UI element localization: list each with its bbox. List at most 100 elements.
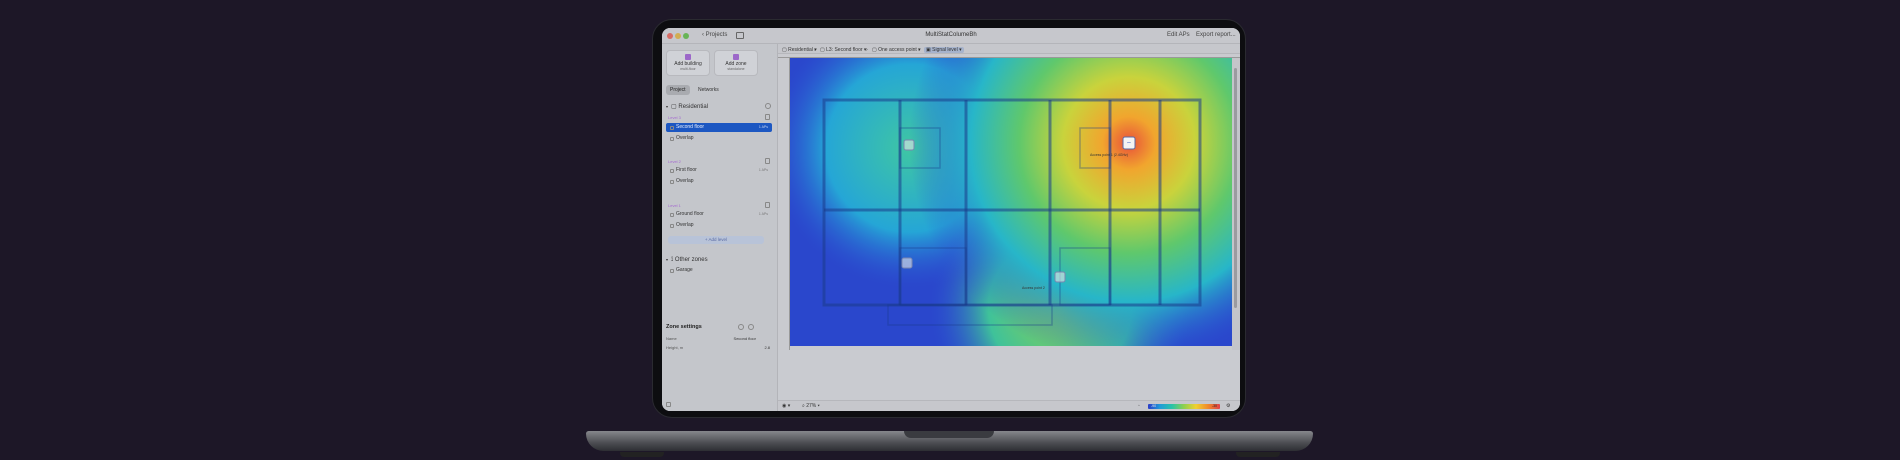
eye-icon[interactable]: ◉ ▾: [782, 403, 790, 409]
zoom-level: 27%: [806, 403, 817, 409]
zone-icon: [733, 54, 739, 60]
laptop-base: [586, 431, 1313, 451]
other-zones-group[interactable]: ▾ ⟟ Other zones: [666, 257, 708, 264]
tab-project[interactable]: Project: [666, 85, 690, 95]
sidebar-tabs: Project Networks: [666, 85, 726, 95]
add-building-sub: multi-floor: [680, 67, 696, 71]
zone-name-row: Name Second floor: [666, 336, 774, 341]
status-bar: ◉ ▾ ⌕ 27% ▾ ◦ -90 -30 ⚙: [778, 400, 1240, 411]
ap-marker-1: ⌔: [1122, 136, 1136, 150]
more-icon[interactable]: [748, 324, 754, 330]
overlap-icon: [670, 136, 674, 141]
laptop-mockup: ‹ Projects MultiStatColumeBh Edit APs Ex…: [0, 0, 1900, 460]
sort-icon[interactable]: [765, 158, 770, 164]
floor-icon: [670, 212, 674, 217]
overlap-label: Overlap: [676, 222, 694, 228]
breadcrumb-building-label: Residential: [788, 46, 813, 53]
laptop-notch: [904, 431, 994, 438]
sort-icon[interactable]: [765, 202, 770, 208]
add-building-button[interactable]: Add building multi-floor: [666, 50, 710, 76]
legend-low: -90: [1151, 403, 1157, 408]
zone-icon: [670, 268, 674, 273]
edit-aps-button[interactable]: Edit APs: [1167, 32, 1190, 38]
overlap-level-3[interactable]: Overlap: [666, 134, 772, 143]
sidebar-footer-icon[interactable]: [666, 402, 671, 407]
breadcrumb-building[interactable]: ▢ Residential ▾: [782, 47, 817, 53]
signal-legend: -90 -30: [1148, 404, 1220, 409]
floor-second[interactable]: Second floor 1 APs: [666, 123, 772, 132]
overlap-label: Overlap: [676, 178, 694, 184]
floor-first[interactable]: First floor 1 APs: [666, 166, 772, 175]
floor-ground[interactable]: Ground floor 1 APs: [666, 210, 772, 219]
floor-icon: [670, 168, 674, 173]
floor-meta: 1 APs: [758, 125, 768, 129]
bulb-icon: ◦: [1138, 403, 1140, 409]
building-residential[interactable]: ▾ ▢ Residential: [666, 103, 708, 110]
app-window: ‹ Projects MultiStatColumeBh Edit APs Ex…: [662, 28, 1240, 411]
level-2-label: Level 2: [668, 159, 681, 164]
building-icon: [685, 54, 691, 60]
floor-name: First floor: [676, 167, 697, 173]
legend-high: -30: [1211, 403, 1217, 408]
level-1-label: Level 1: [668, 203, 681, 208]
laptop-foot: [1236, 452, 1280, 457]
level-3-label: Level 3: [668, 115, 681, 120]
garage-label: Garage: [676, 267, 693, 273]
ap-label-1: Access point 1 (2.4GHz): [1090, 153, 1128, 157]
svg-text:⌔: ⌔: [1126, 141, 1132, 148]
name-value[interactable]: Second floor: [734, 336, 756, 341]
zone-height-row: Height, m 2.8: [666, 345, 774, 350]
title-bar: ‹ Projects MultiStatColumeBh Edit APs Ex…: [662, 28, 1240, 44]
heatmap-canvas[interactable]: ⌔ Access point 1 (2.4GHz) Access point 2: [790, 58, 1232, 346]
breadcrumb-view-label: Signal level: [932, 46, 958, 53]
name-label: Name: [666, 336, 677, 341]
overlap-level-1[interactable]: Overlap: [666, 221, 772, 230]
height-label: Height, m: [666, 345, 684, 350]
laptop-foot: [620, 452, 664, 457]
chevron-down-icon: ▾: [666, 257, 669, 262]
ap-marker-3: [901, 257, 913, 269]
floor-name: Second floor: [676, 124, 705, 130]
vertical-scrollbar[interactable]: [1232, 58, 1240, 350]
chevron-down-icon: ▾: [666, 104, 669, 109]
sort-icon[interactable]: [765, 114, 770, 120]
overlap-label: Overlap: [676, 135, 694, 141]
floor-meta: 1 APs: [758, 168, 768, 172]
info-icon[interactable]: [738, 324, 744, 330]
window-title: MultiStatColumeBh: [925, 32, 977, 38]
breadcrumb-plan[interactable]: ▢ One access point ▾: [872, 47, 921, 53]
floor-plan-heatmap: ⌔: [790, 58, 1232, 346]
breadcrumb-plan-label: One access point: [878, 46, 917, 53]
add-zone-sub: standalone: [727, 67, 745, 71]
more-icon[interactable]: [765, 103, 771, 109]
floor-name: Ground floor: [676, 211, 704, 217]
zoom-control[interactable]: ⌕ 27% ▾: [802, 403, 820, 409]
chevron-right-icon: ›: [918, 46, 920, 53]
export-report-button[interactable]: Export report...: [1196, 32, 1236, 38]
height-value[interactable]: 2.8: [764, 345, 770, 350]
add-zone-button[interactable]: Add zone standalone: [714, 50, 758, 76]
settings-icon[interactable]: ⚙: [1226, 403, 1230, 409]
zone-garage[interactable]: Garage: [666, 266, 772, 275]
floor-icon: [670, 125, 674, 130]
ap-marker-2: [903, 139, 915, 151]
breadcrumb: ▢ Residential ▾ › ▢ L3: Second floor ▾ ›…: [778, 44, 1240, 54]
ap-marker-4: [1054, 271, 1066, 283]
tab-networks[interactable]: Networks: [694, 85, 723, 95]
chevron-right-icon: ›: [866, 46, 868, 53]
other-zones-label: Other zones: [674, 257, 708, 263]
ap-label-2: Access point 2: [1022, 286, 1045, 290]
overlap-level-2[interactable]: Overlap: [666, 177, 772, 186]
breadcrumb-floor-label: L3: Second floor: [826, 46, 863, 53]
scroll-thumb[interactable]: [1234, 68, 1237, 308]
building-name: Residential: [678, 104, 709, 110]
floor-meta: 1 APs: [758, 212, 768, 216]
overlap-icon: [670, 223, 674, 228]
add-level-button[interactable]: + Add level: [668, 236, 764, 244]
overlap-icon: [670, 179, 674, 184]
ruler-vertical: [778, 58, 790, 350]
zone-settings-title: Zone settings: [666, 324, 702, 330]
breadcrumb-floor[interactable]: ▢ L3: Second floor ▾: [820, 47, 866, 53]
breadcrumb-view[interactable]: ▣ Signal level ▾: [924, 46, 964, 53]
sidebar: Add building multi-floor Add zone standa…: [662, 44, 778, 411]
